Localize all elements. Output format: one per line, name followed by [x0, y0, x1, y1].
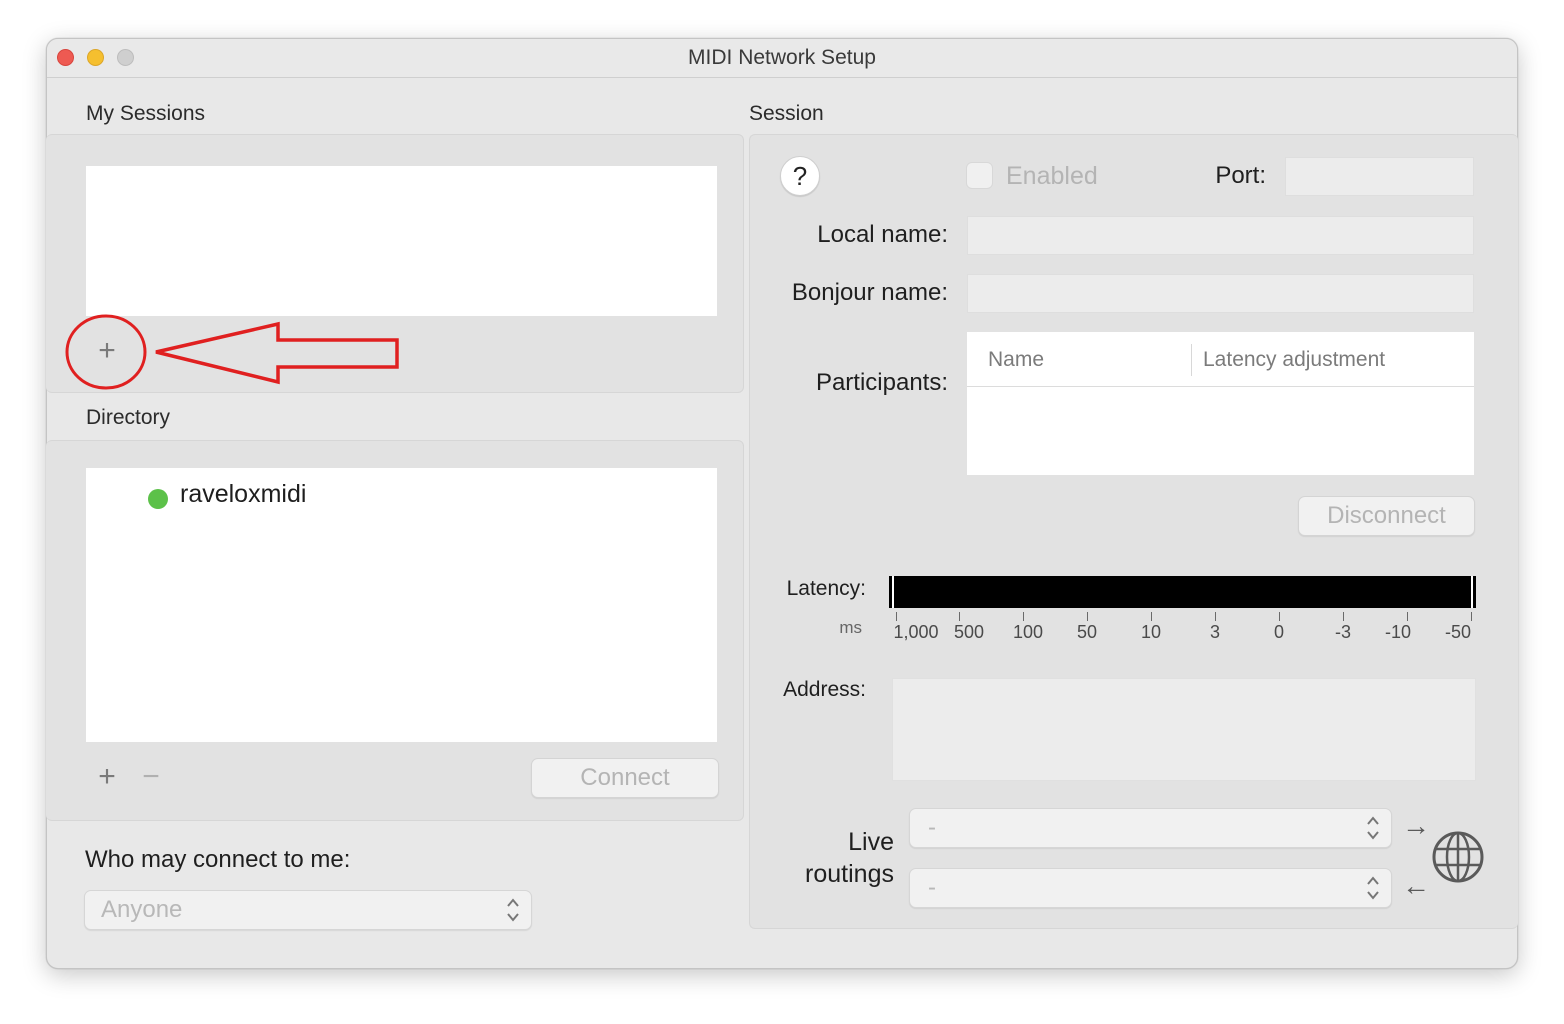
- address-field: [892, 678, 1476, 781]
- live-routings-label-line1: Live: [848, 828, 894, 856]
- column-header-latency-adjustment[interactable]: Latency adjustment: [1203, 348, 1385, 372]
- latency-tick-mark: [1215, 612, 1216, 621]
- participants-header: Name Latency adjustment: [967, 332, 1474, 387]
- directory-heading: Directory: [86, 406, 171, 429]
- latency-unit: ms: [839, 618, 862, 637]
- participants-label: Participants:: [815, 369, 948, 396]
- latency-tick-label: -3: [1334, 622, 1351, 642]
- annotation-arrow: [155, 321, 399, 385]
- title-bar: MIDI Network Setup: [47, 39, 1517, 78]
- latency-tick-label: 3: [1209, 622, 1220, 642]
- my-sessions-list[interactable]: [86, 166, 717, 316]
- remove-directory-button[interactable]: −: [138, 760, 164, 794]
- online-status-dot: [148, 489, 168, 509]
- list-item[interactable]: raveloxmidi: [86, 478, 717, 514]
- address-label: Address:: [783, 678, 866, 701]
- latency-tick-mark: [1343, 612, 1344, 621]
- live-routings-label-line2: routings: [805, 860, 894, 888]
- who-may-connect-popup[interactable]: Anyone: [84, 890, 532, 930]
- participants-table[interactable]: Name Latency adjustment: [967, 332, 1474, 475]
- globe-icon: [1432, 831, 1484, 883]
- latency-tick-label: 100: [1012, 622, 1044, 642]
- latency-tick-mark: [1471, 612, 1472, 621]
- latency-meter: [889, 576, 1476, 608]
- enabled-label: Enabled: [1006, 162, 1098, 190]
- latency-tick-label: 500: [953, 622, 985, 642]
- arrow-right-icon: →: [1402, 810, 1430, 841]
- column-divider[interactable]: [1191, 344, 1192, 376]
- bonjour-name-label: Bonjour name:: [791, 279, 948, 306]
- latency-tick-label: 10: [1140, 622, 1162, 642]
- bonjour-name-field[interactable]: [967, 274, 1474, 313]
- latency-tick-label: -50: [1444, 622, 1471, 642]
- local-name-field[interactable]: [967, 216, 1474, 255]
- disconnect-button[interactable]: Disconnect: [1298, 496, 1475, 536]
- latency-tick-mark: [1087, 612, 1088, 621]
- window-title: MIDI Network Setup: [688, 46, 876, 69]
- latency-tick-label: 1,000: [893, 622, 939, 642]
- port-label: Port:: [1215, 162, 1266, 189]
- enabled-checkbox[interactable]: [966, 162, 993, 189]
- latency-tick-label: 50: [1076, 622, 1098, 642]
- latency-tick-label: -10: [1384, 622, 1411, 642]
- arrow-left-icon: ←: [1402, 870, 1430, 901]
- routing-in-value: -: [928, 874, 936, 901]
- directory-list[interactable]: raveloxmidi: [86, 468, 717, 742]
- routing-in-popup[interactable]: -: [909, 868, 1392, 908]
- column-header-name[interactable]: Name: [988, 348, 1044, 372]
- latency-label: Latency:: [786, 577, 866, 600]
- routing-out-value: -: [928, 814, 936, 841]
- latency-tick-mark: [1151, 612, 1152, 621]
- chevron-up-down-icon: [507, 898, 519, 922]
- chevron-up-down-icon: [1367, 816, 1379, 840]
- routing-out-popup[interactable]: -: [909, 808, 1392, 848]
- latency-tick-mark: [1407, 612, 1408, 621]
- session-heading: Session: [749, 102, 824, 125]
- help-button[interactable]: ?: [780, 156, 820, 196]
- chevron-up-down-icon: [1367, 876, 1379, 900]
- who-may-connect-label: Who may connect to me:: [85, 846, 351, 873]
- port-field[interactable]: [1285, 157, 1474, 196]
- connect-button[interactable]: Connect: [531, 758, 719, 798]
- local-name-label: Local name:: [817, 221, 948, 248]
- latency-tick-mark: [959, 612, 960, 621]
- latency-tick-mark: [1279, 612, 1280, 621]
- my-sessions-heading: My Sessions: [86, 102, 206, 125]
- latency-tick-label: 0: [1273, 622, 1284, 642]
- latency-tick-mark: [896, 612, 897, 621]
- who-may-connect-value: Anyone: [101, 896, 183, 923]
- add-directory-button[interactable]: +: [94, 760, 120, 794]
- live-routings-label: Live routings: [760, 826, 894, 890]
- annotation-circle: [65, 314, 147, 390]
- latency-tick-mark: [1023, 612, 1024, 621]
- directory-item-name: raveloxmidi: [180, 480, 307, 508]
- annotation-overlay: [65, 314, 399, 390]
